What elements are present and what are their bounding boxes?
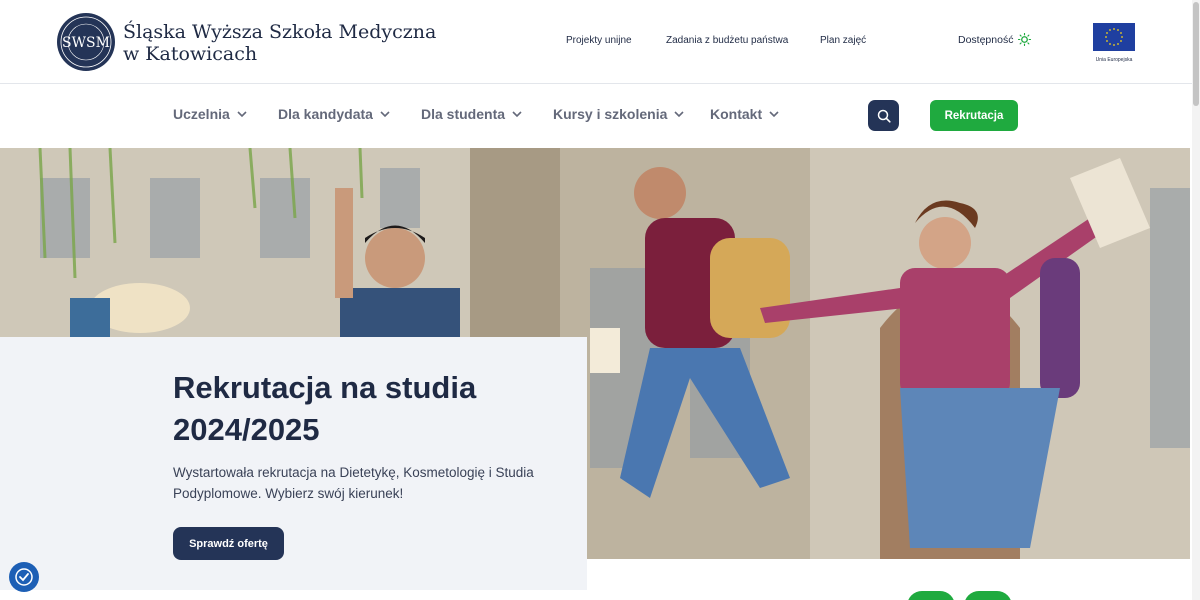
chevron-down-icon	[380, 111, 390, 118]
chevron-down-icon	[769, 111, 779, 118]
nav-item-kursy-i-szkolenia[interactable]: Kursy i szkolenia	[553, 106, 685, 122]
nav-label: Kursy i szkolenia	[553, 106, 668, 122]
chevron-down-icon	[512, 111, 522, 118]
search-button[interactable]	[868, 100, 899, 131]
recruitment-button[interactable]: Rekrutacja	[930, 100, 1018, 131]
nav-label: Dla kandydata	[278, 106, 373, 122]
accessibility-label: Dostępność	[958, 33, 1014, 46]
scrollbar-thumb[interactable]	[1193, 2, 1199, 106]
sun-icon	[1018, 33, 1032, 46]
eu-flag-icon	[1093, 23, 1135, 51]
nav-item-dla-studenta[interactable]: Dla studenta	[421, 106, 523, 122]
eu-badge[interactable]: Unia Europejska	[1093, 23, 1135, 63]
link-projekty-unijne[interactable]: Projekty unijne	[566, 35, 632, 46]
brand-line-2: w Katowicach	[123, 43, 258, 65]
top-bar: SWSM Śląska Wyższa Szkoła Medyczna w Kat…	[0, 0, 1192, 84]
check-offer-button[interactable]: Sprawdź ofertę	[173, 527, 284, 560]
green-pill-button[interactable]	[907, 591, 955, 600]
search-icon	[877, 109, 891, 123]
green-pill-button[interactable]	[964, 591, 1012, 600]
main-nav: Uczelnia Dla kandydata Dla studenta Kurs…	[0, 84, 1192, 147]
university-name[interactable]: Śląska Wyższa Szkoła Medyczna w Katowica…	[123, 21, 436, 65]
chevron-down-icon	[237, 111, 247, 118]
hero-title: Rekrutacja na studia 2024/2025	[173, 370, 477, 447]
nav-label: Uczelnia	[173, 106, 230, 122]
logo-text: SWSM	[62, 35, 110, 51]
link-zadania-z-budzetu[interactable]: Zadania z budżetu państwa	[666, 35, 788, 46]
university-logo[interactable]: SWSM	[56, 12, 116, 72]
link-plan-zajec[interactable]: Plan zajęć	[820, 35, 866, 46]
nav-label: Dla studenta	[421, 106, 506, 122]
hero-description: Wystartowała rekrutacja na Dietetykę, Ko…	[173, 465, 534, 501]
accessibility-fab[interactable]	[9, 562, 39, 592]
brand-line-1: Śląska Wyższa Szkoła Medyczna	[123, 21, 437, 43]
eu-label: Unia Europejska	[1095, 57, 1133, 63]
nav-item-uczelnia[interactable]: Uczelnia	[173, 106, 248, 122]
nav-item-kontakt[interactable]: Kontakt	[710, 106, 780, 122]
page-scrollbar[interactable]	[1192, 0, 1200, 600]
nav-label: Kontakt	[710, 106, 763, 122]
accessibility-check-icon	[15, 568, 33, 586]
accessibility-toggle[interactable]: Dostępność	[958, 33, 1032, 46]
nav-item-dla-kandydata[interactable]: Dla kandydata	[278, 106, 391, 122]
chevron-down-icon	[674, 111, 684, 118]
